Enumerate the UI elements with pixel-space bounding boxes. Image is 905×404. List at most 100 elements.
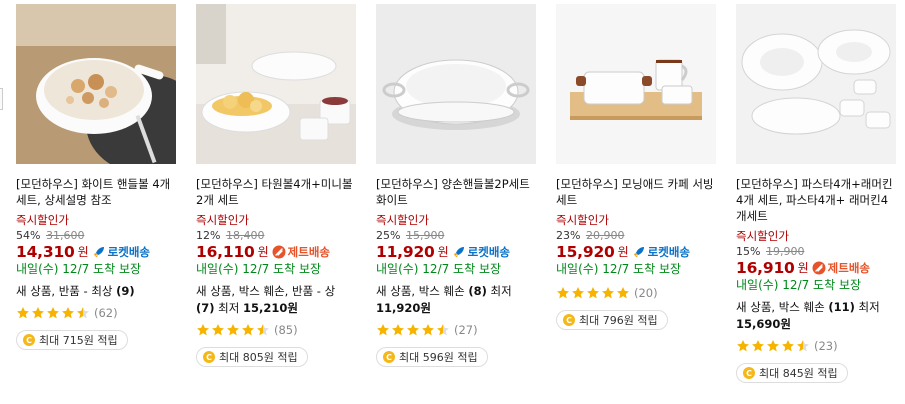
product-title[interactable]: [모던하우스] 파스타4개+래머킨4개 세트, 파스타4개+ 래머킨4개세트 [736, 176, 896, 224]
rating-row: (23) [736, 337, 896, 355]
coin-icon: C [743, 367, 755, 379]
star-icon [77, 307, 89, 319]
product-image[interactable] [736, 4, 896, 164]
star-icon [407, 324, 419, 336]
original-price: 15,900 [405, 229, 445, 242]
delivery-promise: 내일(수) 12/7 도착 보장 [196, 262, 322, 276]
coin-icon: C [563, 314, 575, 326]
star-icon [392, 324, 404, 336]
used-offer[interactable]: 새 상품, 박스 훼손 (8) 최저 11,920원 [376, 283, 536, 317]
rating-row: (62) [16, 304, 176, 322]
star-icon [557, 287, 569, 299]
star-icon [587, 287, 599, 299]
used-condition: 새 상품, 박스 훼손, 반품 - 상 [196, 284, 336, 298]
reward-badge[interactable]: C 최대 596원 적립 [376, 347, 488, 367]
product-card[interactable]: [모던하우스] 타원볼4개+미니볼2개 세트 즉시할인가 12% 18,400 … [196, 4, 356, 367]
reward-label: 최대 596원 적립 [399, 351, 478, 364]
discount-row: 12% 18,400 [196, 228, 356, 243]
used-offer[interactable]: 새 상품, 박스 훼손 (11) 최저 15,690원 [736, 299, 896, 333]
product-title[interactable]: [모던하우스] 양손핸들볼2P세트 화이트 [376, 176, 536, 208]
product-card[interactable]: [모던하우스] 파스타4개+래머킨4개 세트, 파스타4개+ 래머킨4개세트 즉… [736, 4, 896, 383]
badge-label: 로켓배송 [467, 245, 510, 259]
used-offer[interactable]: 새 상품, 박스 훼손, 반품 - 상 (7) 최저 15,210원 [196, 283, 356, 317]
sale-price: 14,310 [16, 243, 75, 261]
rocket-delivery-badge: 로켓배송 [92, 243, 150, 261]
discount-row: 54% 31,600 [16, 228, 176, 243]
reward-badge[interactable]: C 최대 715원 적립 [16, 330, 128, 350]
review-count: (20) [634, 286, 658, 300]
discount-rate: 54% [16, 229, 41, 242]
badge-label: 제트배송 [287, 245, 330, 259]
product-title[interactable]: [모던하우스] 모닝애드 카페 서빙세트 [556, 176, 716, 208]
reward-label: 최대 715원 적립 [39, 334, 118, 347]
used-lowest-label: 최저 [858, 300, 880, 314]
star-icon [197, 324, 209, 336]
star-rating [16, 306, 90, 320]
jet-icon [812, 261, 826, 275]
used-condition: 새 상품, 박스 훼손 [736, 300, 825, 314]
used-condition: 새 상품, 반품 - 최상 [16, 284, 113, 298]
price-row: 15,920 원 로켓배송 [556, 243, 716, 261]
delivery-promise: 내일(수) 12/7 도착 보장 [556, 262, 682, 276]
product-card[interactable]: [모던하우스] 화이트 핸들볼 4개세트, 상세설명 참조 즉시할인가 54% … [16, 4, 176, 350]
reward-label: 최대 796원 적립 [579, 314, 658, 327]
sale-price: 16,910 [736, 259, 795, 277]
product-image[interactable] [196, 4, 356, 164]
star-icon [737, 340, 749, 352]
coin-icon: C [203, 351, 215, 363]
product-image[interactable] [556, 4, 716, 164]
used-offer[interactable]: 새 상품, 반품 - 최상 (9) [16, 283, 176, 300]
product-card[interactable]: [모던하우스] 모닝애드 카페 서빙세트 즉시할인가 23% 20,900 15… [556, 4, 716, 330]
delivery-promise: 내일(수) 12/7 도착 보장 [736, 278, 862, 292]
discount-rate: 25% [376, 229, 401, 242]
original-price: 19,900 [765, 245, 805, 258]
currency-unit: 원 [257, 245, 269, 259]
rating-row: (27) [376, 321, 536, 339]
product-title[interactable]: [모던하우스] 타원볼4개+미니볼2개 세트 [196, 176, 356, 208]
star-icon [752, 340, 764, 352]
reward-badge[interactable]: C 최대 845원 적립 [736, 363, 848, 383]
discount-rate: 15% [736, 245, 761, 258]
star-icon [617, 287, 629, 299]
star-rating [376, 323, 450, 337]
product-card[interactable]: [모던하우스] 양손핸들볼2P세트 화이트 즉시할인가 25% 15,900 1… [376, 4, 536, 367]
star-icon [47, 307, 59, 319]
instant-discount-label: 즉시할인가 [736, 229, 789, 243]
star-icon [257, 324, 269, 336]
product-title[interactable]: [모던하우스] 화이트 핸들볼 4개세트, 상세설명 참조 [16, 176, 176, 208]
used-count: (9) [116, 284, 135, 298]
currency-unit: 원 [617, 245, 629, 259]
currency-unit: 원 [77, 245, 89, 259]
discount-rate: 23% [556, 229, 581, 242]
jet-delivery-badge: 제트배송 [812, 259, 870, 277]
discount-row: 15% 19,900 [736, 244, 896, 259]
rocket-icon [93, 247, 104, 257]
scroll-left-handle[interactable] [0, 88, 3, 110]
rocket-delivery-badge: 로켓배송 [452, 243, 510, 261]
price-row: 16,910 원 제트배송 [736, 259, 896, 277]
jet-icon [272, 245, 286, 259]
star-icon [782, 340, 794, 352]
reward-label: 최대 805원 적립 [219, 351, 298, 364]
star-icon [767, 340, 779, 352]
star-rating [556, 286, 630, 300]
badge-label: 로켓배송 [107, 245, 150, 259]
star-icon [17, 307, 29, 319]
star-icon [437, 324, 449, 336]
original-price: 20,900 [585, 229, 625, 242]
instant-discount-label: 즉시할인가 [556, 213, 609, 227]
reward-badge[interactable]: C 최대 805원 적립 [196, 347, 308, 367]
product-image[interactable] [376, 4, 536, 164]
delivery-promise: 내일(수) 12/7 도착 보장 [376, 262, 502, 276]
jet-delivery-badge: 제트배송 [272, 243, 330, 261]
used-count: (8) [468, 284, 487, 298]
review-count: (27) [454, 323, 478, 337]
used-count: (7) [196, 301, 215, 315]
product-image[interactable] [16, 4, 176, 164]
sale-price: 16,110 [196, 243, 255, 261]
review-count: (85) [274, 323, 298, 337]
review-count: (62) [94, 306, 118, 320]
badge-label: 로켓배송 [647, 245, 690, 259]
reward-badge[interactable]: C 최대 796원 적립 [556, 310, 668, 330]
sale-price: 15,920 [556, 243, 615, 261]
